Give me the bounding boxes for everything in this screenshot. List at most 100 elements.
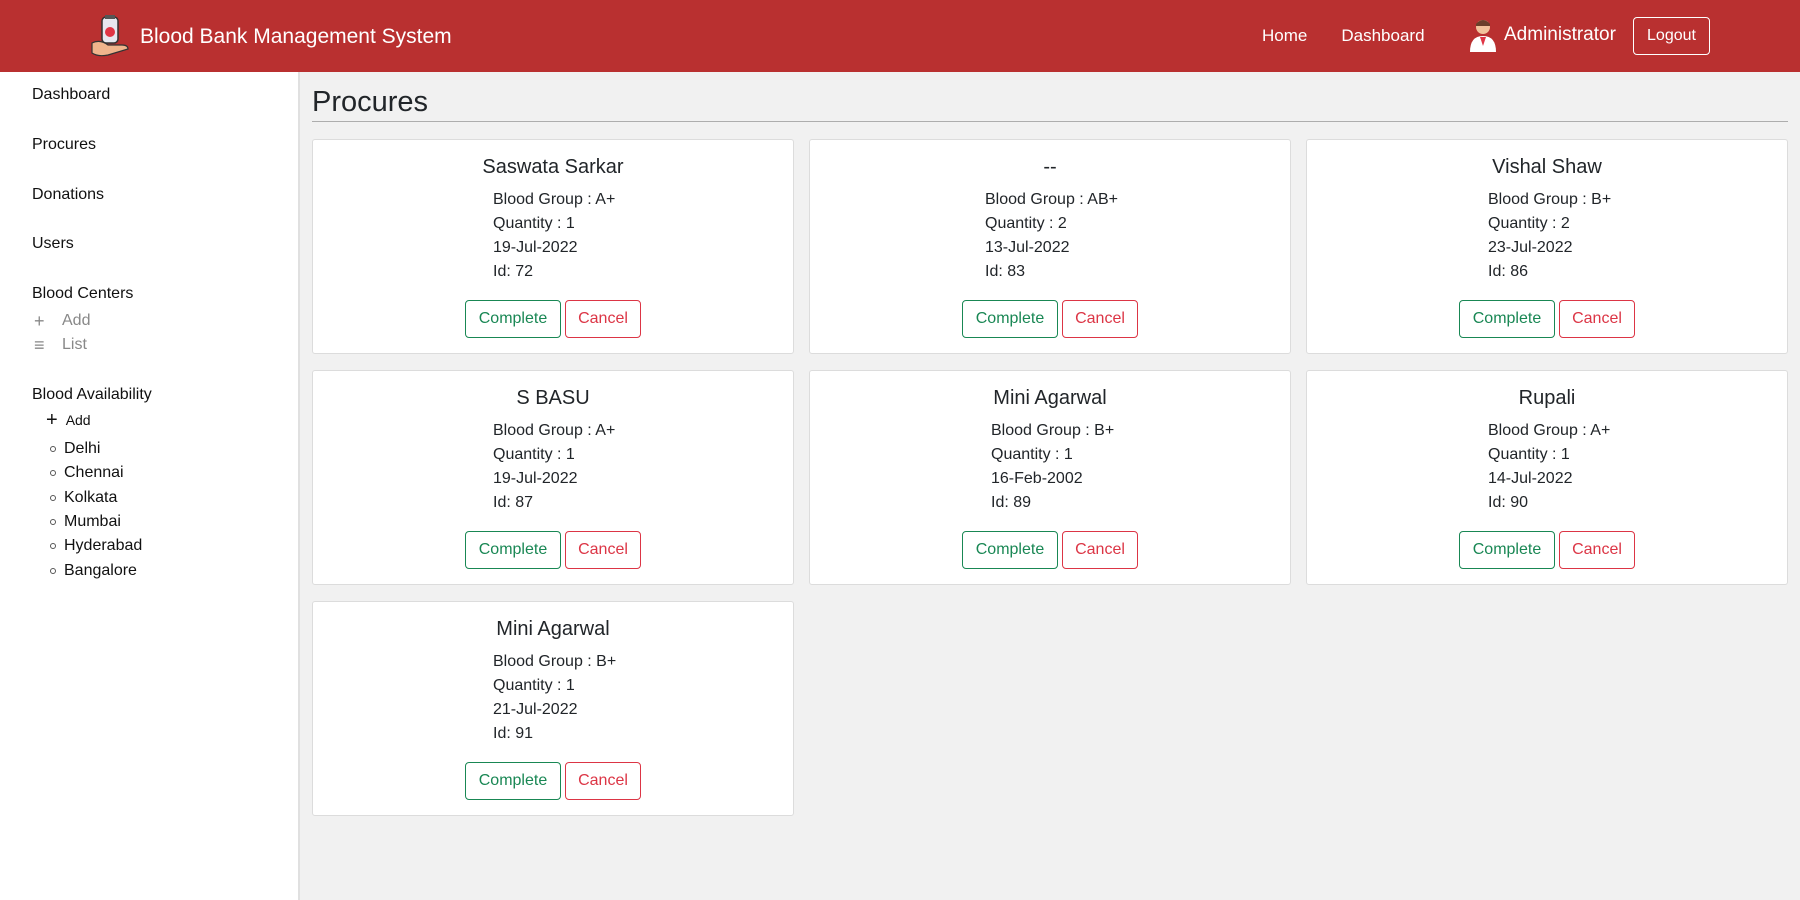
donor-name: Mini Agarwal bbox=[993, 387, 1107, 409]
cancel-button[interactable]: Cancel bbox=[565, 531, 641, 569]
blood-availability-add-link[interactable]: + Add bbox=[46, 409, 91, 431]
city-label: Delhi bbox=[64, 440, 101, 457]
card-actions: Complete Cancel bbox=[810, 531, 1290, 569]
complete-button[interactable]: Complete bbox=[1459, 300, 1555, 338]
city-label: Bangalore bbox=[64, 562, 137, 579]
logout-button[interactable]: Logout bbox=[1633, 17, 1710, 55]
blood-centers-add-link[interactable]: + Add bbox=[34, 312, 90, 330]
donor-name: S BASU bbox=[516, 387, 590, 409]
sidebar-item-dashboard[interactable]: Dashboard bbox=[32, 86, 110, 104]
circle-bullet-icon bbox=[50, 446, 56, 452]
user-menu[interactable]: Administrator bbox=[1468, 18, 1616, 52]
top-navbar: Blood Bank Management System Home Dashbo… bbox=[0, 0, 1800, 72]
list-icon: ≡ bbox=[34, 335, 45, 355]
circle-bullet-icon bbox=[50, 568, 56, 574]
blood-availability-heading: Blood Availability bbox=[32, 386, 152, 403]
city-item-hyderabad[interactable]: Hyderabad bbox=[50, 537, 142, 555]
complete-button[interactable]: Complete bbox=[1459, 531, 1555, 569]
procure-card: Mini Agarwal Blood Group : B+ Quantity :… bbox=[809, 370, 1291, 585]
city-item-mumbai[interactable]: Mumbai bbox=[50, 513, 121, 531]
plus-icon: + bbox=[34, 311, 45, 331]
procure-details: Blood Group : B+ Quantity : 1 21-Jul-202… bbox=[493, 650, 616, 746]
cancel-button[interactable]: Cancel bbox=[1062, 531, 1138, 569]
blood-centers-list-link[interactable]: ≡ List bbox=[34, 336, 87, 354]
card-actions: Complete Cancel bbox=[1307, 300, 1787, 338]
blood-availability-add-label: Add bbox=[65, 412, 91, 428]
card-actions: Complete Cancel bbox=[313, 762, 793, 800]
complete-button[interactable]: Complete bbox=[465, 300, 561, 338]
date: 13-Jul-2022 bbox=[985, 239, 1070, 256]
donor-name: -- bbox=[1043, 156, 1057, 178]
card-actions: Complete Cancel bbox=[313, 531, 793, 569]
nav-dashboard-link[interactable]: Dashboard bbox=[1341, 26, 1424, 46]
procure-card: -- Blood Group : AB+ Quantity : 2 13-Jul… bbox=[809, 139, 1291, 354]
sidebar: Dashboard Procures Donations Users Blood… bbox=[0, 72, 300, 900]
donor-name: Mini Agarwal bbox=[496, 618, 610, 640]
procure-id: Id: 90 bbox=[1488, 494, 1529, 511]
nav-links: Home Dashboard bbox=[1262, 0, 1459, 72]
sidebar-item-users[interactable]: Users bbox=[32, 235, 74, 253]
city-label: Mumbai bbox=[64, 513, 121, 530]
city-item-chennai[interactable]: Chennai bbox=[50, 464, 124, 482]
doctor-avatar-icon bbox=[1470, 20, 1496, 52]
page-title: Procures bbox=[312, 86, 429, 118]
complete-button[interactable]: Complete bbox=[962, 531, 1058, 569]
city-item-kolkata[interactable]: Kolkata bbox=[50, 489, 117, 507]
circle-bullet-icon bbox=[50, 543, 56, 549]
cancel-button[interactable]: Cancel bbox=[1559, 300, 1635, 338]
blood-group: Blood Group : B+ bbox=[493, 653, 617, 670]
procure-id: Id: 86 bbox=[1488, 263, 1529, 280]
donor-name: Saswata Sarkar bbox=[482, 156, 624, 178]
procure-card: S BASU Blood Group : A+ Quantity : 1 19-… bbox=[312, 370, 794, 585]
blood-group: Blood Group : A+ bbox=[493, 422, 616, 439]
date: 21-Jul-2022 bbox=[493, 701, 578, 718]
procure-card: Vishal Shaw Blood Group : B+ Quantity : … bbox=[1306, 139, 1788, 354]
quantity: Quantity : 1 bbox=[1488, 446, 1570, 463]
date: 19-Jul-2022 bbox=[493, 239, 578, 256]
date: 23-Jul-2022 bbox=[1488, 239, 1573, 256]
complete-button[interactable]: Complete bbox=[962, 300, 1058, 338]
procure-id: Id: 72 bbox=[493, 263, 534, 280]
procure-details: Blood Group : A+ Quantity : 1 14-Jul-202… bbox=[1488, 419, 1610, 515]
procure-details: Blood Group : B+ Quantity : 1 16-Feb-200… bbox=[991, 419, 1114, 515]
city-item-delhi[interactable]: Delhi bbox=[50, 440, 100, 458]
blood-group: Blood Group : A+ bbox=[1488, 422, 1611, 439]
procure-details: Blood Group : AB+ Quantity : 2 13-Jul-20… bbox=[985, 188, 1118, 284]
date: 19-Jul-2022 bbox=[493, 470, 578, 487]
cancel-button[interactable]: Cancel bbox=[1559, 531, 1635, 569]
city-item-bangalore[interactable]: Bangalore bbox=[50, 562, 137, 580]
city-label: Chennai bbox=[64, 464, 124, 481]
title-divider bbox=[312, 121, 1788, 122]
plus-icon: + bbox=[46, 409, 58, 431]
quantity: Quantity : 1 bbox=[493, 215, 575, 232]
cancel-button[interactable]: Cancel bbox=[1062, 300, 1138, 338]
donor-name: Vishal Shaw bbox=[1492, 156, 1602, 178]
sidebar-item-procures[interactable]: Procures bbox=[32, 136, 96, 154]
quantity: Quantity : 2 bbox=[1488, 215, 1570, 232]
complete-button[interactable]: Complete bbox=[465, 762, 561, 800]
circle-bullet-icon bbox=[50, 519, 56, 525]
procure-id: Id: 91 bbox=[493, 725, 534, 742]
blood-centers-add-label: Add bbox=[62, 312, 91, 329]
brand[interactable]: Blood Bank Management System bbox=[88, 15, 452, 59]
card-actions: Complete Cancel bbox=[1307, 531, 1787, 569]
sidebar-item-donations[interactable]: Donations bbox=[32, 186, 104, 204]
procure-card: Rupali Blood Group : A+ Quantity : 1 14-… bbox=[1306, 370, 1788, 585]
blood-group: Blood Group : B+ bbox=[1488, 191, 1612, 208]
procure-id: Id: 89 bbox=[991, 494, 1032, 511]
procure-card: Mini Agarwal Blood Group : B+ Quantity :… bbox=[312, 601, 794, 816]
blood-group: Blood Group : AB+ bbox=[985, 191, 1118, 208]
procure-details: Blood Group : A+ Quantity : 1 19-Jul-202… bbox=[493, 188, 615, 284]
complete-button[interactable]: Complete bbox=[465, 531, 561, 569]
blood-centers-list-label: List bbox=[62, 336, 87, 353]
cancel-button[interactable]: Cancel bbox=[565, 762, 641, 800]
city-label: Hyderabad bbox=[64, 537, 143, 554]
app-title: Blood Bank Management System bbox=[140, 25, 452, 48]
nav-home-link[interactable]: Home bbox=[1262, 26, 1307, 46]
circle-bullet-icon bbox=[50, 470, 56, 476]
blood-group: Blood Group : A+ bbox=[493, 191, 616, 208]
procure-details: Blood Group : B+ Quantity : 2 23-Jul-202… bbox=[1488, 188, 1611, 284]
procure-details: Blood Group : A+ Quantity : 1 19-Jul-202… bbox=[493, 419, 615, 515]
cancel-button[interactable]: Cancel bbox=[565, 300, 641, 338]
city-label: Kolkata bbox=[64, 489, 118, 506]
